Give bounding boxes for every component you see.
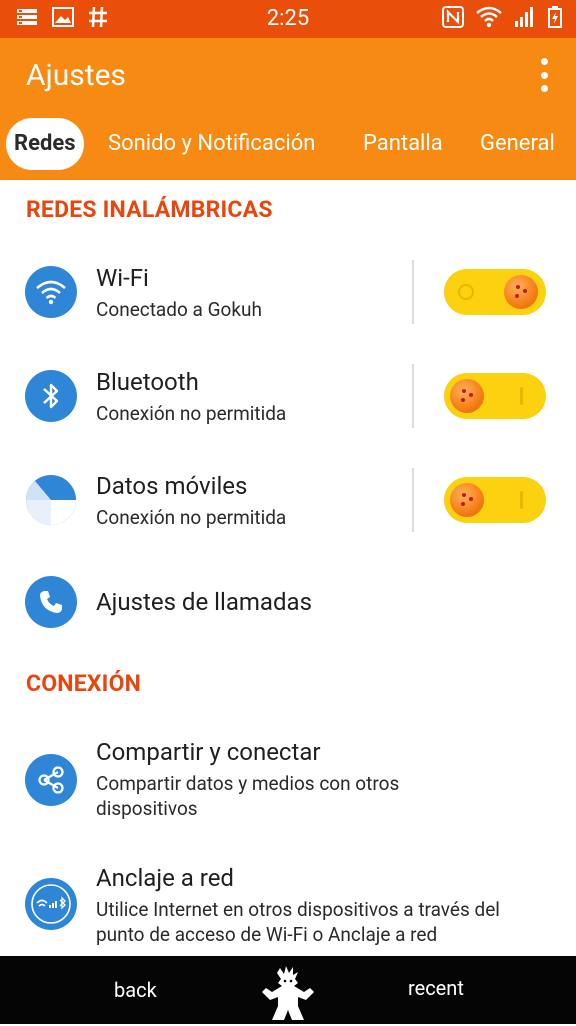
setting-subtitle: Conectado a Gokuh [96, 298, 262, 321]
setting-title: Wi-Fi [96, 264, 149, 292]
toggle-knob [450, 483, 484, 517]
page-title: Ajustes [26, 58, 126, 93]
setting-title: Anclaje a red [96, 864, 234, 892]
mobile-data-toggle[interactable] [444, 477, 546, 523]
section-header-connection: CONEXIÓN [26, 670, 142, 697]
setting-row-mobile-data[interactable]: Datos móviles Conexión no permitida [0, 460, 576, 540]
setting-title: Bluetooth [96, 368, 199, 396]
status-bar: 2:25 [0, 0, 576, 38]
tab-bar: Redes Sonido y Notificación Pantalla Gen… [0, 118, 576, 170]
setting-subtitle: Conexión no permitida [96, 402, 287, 425]
divider [412, 260, 414, 324]
toggle-on-mark [520, 491, 523, 509]
setting-row-wifi[interactable]: Wi-Fi Conectado a Gokuh [0, 252, 576, 332]
setting-subtitle: Utilice Internet en otros dispositivos a… [96, 898, 500, 946]
toggle-knob [450, 379, 484, 413]
setting-row-tethering[interactable]: Anclaje a red Utilice Internet en otros … [0, 858, 576, 954]
tab-sonido-notificacion[interactable]: Sonido y Notificación [108, 118, 315, 170]
setting-title: Compartir y conectar [96, 738, 321, 766]
home-figure-icon[interactable] [258, 964, 318, 1022]
setting-row-bluetooth[interactable]: Bluetooth Conexión no permitida [0, 356, 576, 436]
more-vert-icon[interactable] [540, 58, 548, 92]
divider [412, 468, 414, 532]
navigation-bar: back recent [0, 956, 576, 1024]
toggle-knob [504, 275, 538, 309]
cell-signal-icon [514, 6, 536, 32]
share-icon [25, 754, 77, 806]
tab-general[interactable]: General [480, 118, 555, 170]
toggle-off-mark [458, 284, 474, 300]
tab-redes[interactable]: Redes [6, 118, 84, 170]
tab-pantalla[interactable]: Pantalla [363, 118, 443, 170]
setting-subtitle: Conexión no permitida [96, 506, 287, 529]
back-button[interactable]: back [114, 978, 157, 1002]
wifi-signal-icon [476, 6, 502, 32]
toggle-on-mark [520, 387, 523, 405]
phone-icon [25, 576, 77, 628]
setting-title: Datos móviles [96, 472, 248, 500]
battery-charging-icon [548, 6, 562, 32]
app-bar: Ajustes Redes Sonido y Notificación Pant… [0, 38, 576, 180]
setting-title: Ajustes de llamadas [96, 588, 312, 616]
mobile-data-icon [25, 474, 77, 526]
setting-row-call-settings[interactable]: Ajustes de llamadas [0, 564, 576, 644]
setting-row-share-connect[interactable]: Compartir y conectar Compartir datos y m… [0, 732, 576, 832]
wifi-icon [25, 266, 77, 318]
tethering-icon [25, 878, 77, 930]
wifi-toggle[interactable] [444, 269, 546, 315]
recent-apps-button[interactable]: recent [408, 976, 464, 1000]
bluetooth-toggle[interactable] [444, 373, 546, 419]
nfc-icon [442, 6, 464, 32]
setting-subtitle: Compartir datos y medios con otros dispo… [96, 772, 400, 820]
bluetooth-icon [25, 370, 77, 422]
section-header-wireless: REDES INALÁMBRICAS [26, 196, 273, 223]
divider [412, 364, 414, 428]
